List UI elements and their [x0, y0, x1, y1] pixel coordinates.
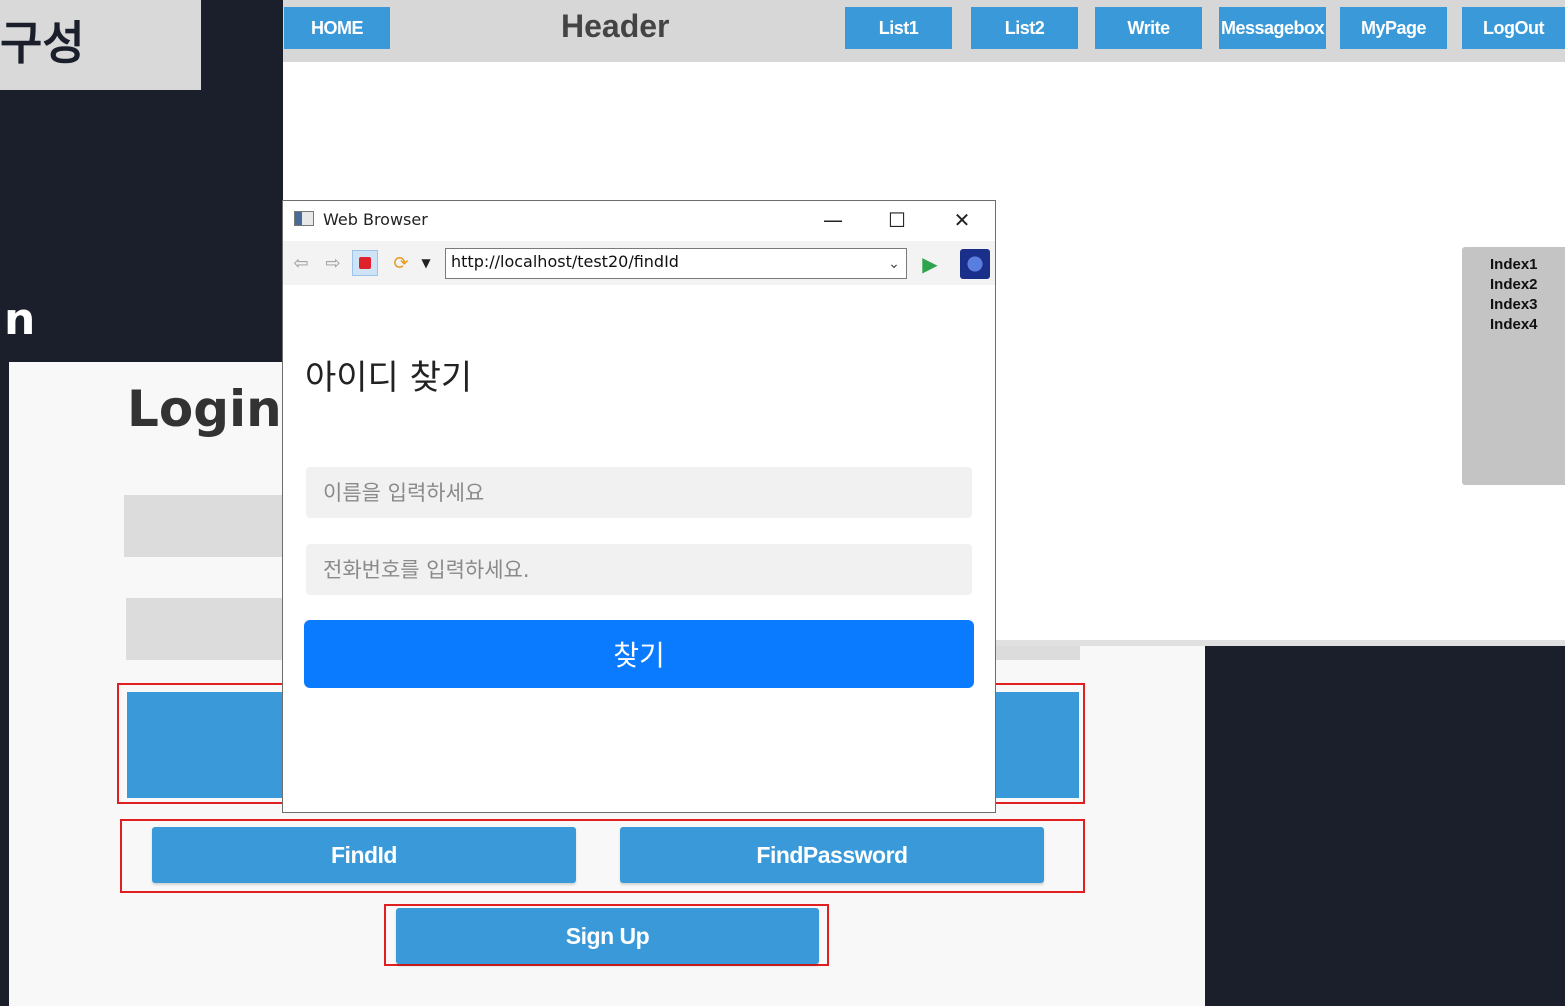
nav-write-button[interactable]: Write — [1095, 7, 1202, 49]
login-title: Login — [127, 380, 282, 438]
maximize-icon[interactable]: ☐ — [877, 204, 917, 236]
browser-title: Web Browser — [323, 210, 428, 229]
nav-messagebox-button[interactable]: Messagebox — [1219, 7, 1326, 49]
nav-list1-button[interactable]: List1 — [845, 7, 952, 49]
home-button[interactable]: HOME — [284, 7, 390, 49]
go-play-icon[interactable]: ▶ — [918, 251, 942, 277]
name-input[interactable] — [306, 467, 972, 518]
phone-input[interactable] — [306, 544, 972, 595]
index-item[interactable]: Index2 — [1490, 275, 1538, 295]
nav-logout-button[interactable]: LogOut — [1462, 7, 1565, 49]
back-arrow-icon[interactable]: ⇦ — [288, 250, 314, 276]
chevron-down-icon[interactable]: ▼ — [414, 250, 438, 276]
url-dropdown-icon[interactable]: ⌄ — [883, 251, 905, 277]
forward-arrow-icon[interactable]: ⇨ — [320, 250, 346, 276]
browser-window-icon — [294, 211, 314, 226]
index-item[interactable]: Index3 — [1490, 295, 1538, 315]
nav-list2-button[interactable]: List2 — [971, 7, 1078, 49]
signup-button[interactable]: Sign Up — [396, 908, 819, 964]
close-icon[interactable]: ✕ — [942, 204, 982, 236]
url-text: http://localhost/test20/findId — [451, 252, 679, 271]
slide-title: 구성 — [0, 16, 85, 70]
slide-subtitle: n — [4, 294, 36, 345]
stop-icon[interactable] — [352, 250, 378, 276]
minimize-icon[interactable]: — — [813, 204, 853, 236]
refresh-icon[interactable]: ⟳ — [388, 250, 414, 276]
find-id-button[interactable]: FindId — [152, 827, 576, 883]
find-password-button[interactable]: FindPassword — [620, 827, 1044, 883]
index-item[interactable]: Index4 — [1490, 315, 1538, 335]
find-submit-button[interactable]: 찾기 — [304, 620, 974, 688]
index-item[interactable]: Index1 — [1490, 255, 1538, 275]
find-id-heading: 아이디 찾기 — [305, 358, 473, 398]
index-list: Index1 Index2 Index3 Index4 — [1490, 255, 1538, 335]
header-title: Header — [561, 8, 670, 44]
nav-mypage-button[interactable]: MyPage — [1340, 7, 1447, 49]
browser-navigate-icon[interactable] — [960, 249, 990, 279]
